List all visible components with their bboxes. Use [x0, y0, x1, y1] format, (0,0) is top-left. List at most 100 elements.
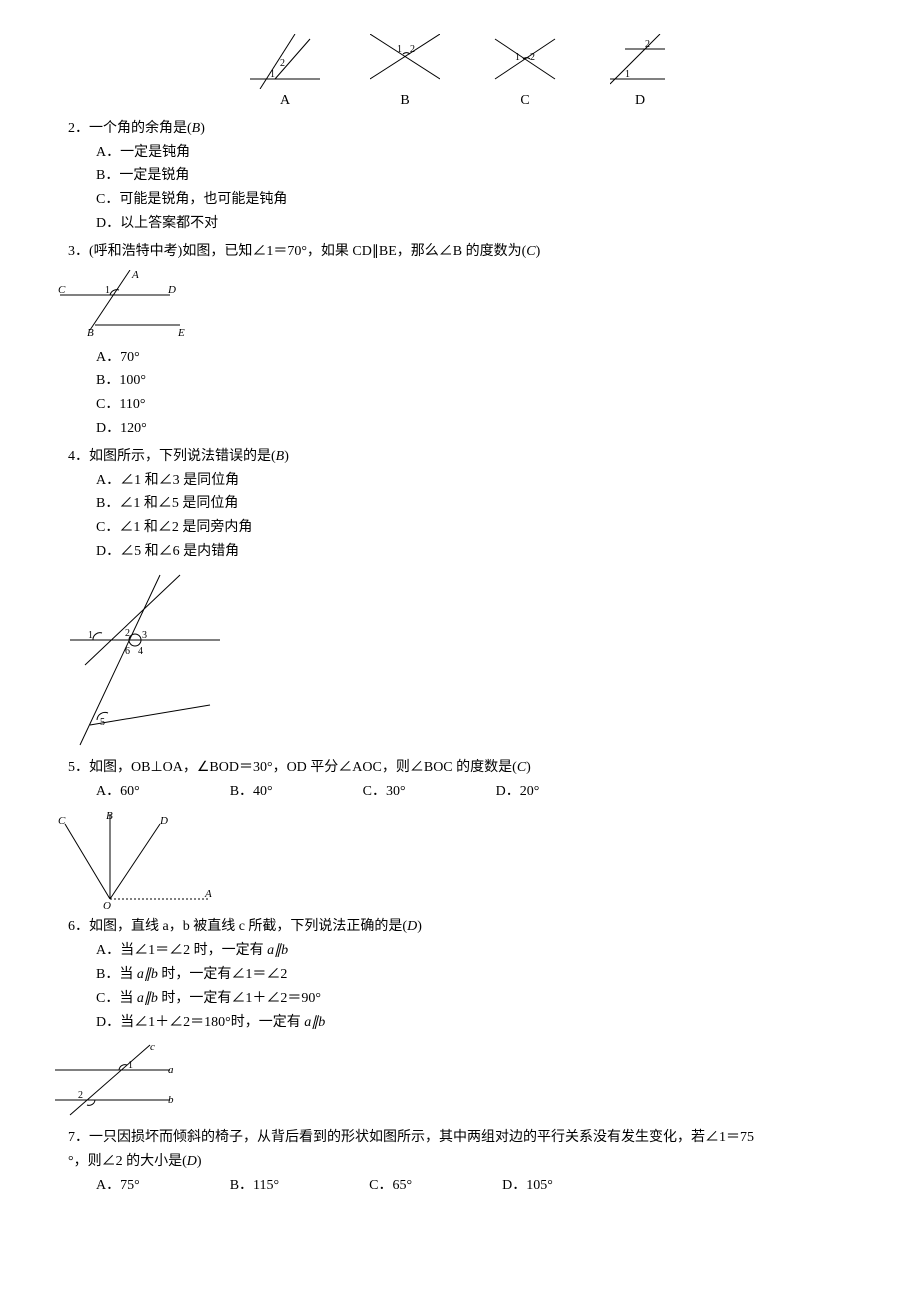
q6-diagram: a b c 1 2 — [40, 1040, 190, 1120]
question-7: 7．一只因损坏而倾斜的椅子，从背后看到的形状如图所示，其中两组对边的平行关系没有… — [40, 1126, 880, 1197]
q6-option-d: D．当∠1＋∠2＝180°时，一定有 a∥b — [96, 1011, 880, 1035]
q4-option-a: A．∠1 和∠3 是同位角 — [96, 469, 880, 493]
svg-text:1: 1 — [515, 52, 520, 63]
diagram-d: 1 2 — [610, 34, 670, 89]
q4-option-d: D．∠5 和∠6 是内错角 — [96, 540, 880, 564]
svg-text:E: E — [177, 327, 185, 339]
fig-c-label: C — [520, 89, 529, 113]
q3-num: 3． — [68, 244, 89, 259]
q5-option-b: B．40° — [230, 780, 273, 804]
q2-stem-b: ) — [200, 121, 205, 136]
question-5: 5．如图，OB⊥OA，∠BOD＝30°，OD 平分∠AOC，则∠BOC 的度数是… — [40, 756, 880, 910]
q7-option-c: C．65° — [369, 1174, 412, 1198]
q5-num: 5． — [68, 760, 89, 775]
q3-figure: A C D B E 1 — [40, 270, 880, 340]
svg-text:A: A — [204, 888, 212, 900]
svg-text:c: c — [150, 1041, 155, 1053]
q2-num: 2． — [68, 121, 89, 136]
q2-option-b: B．一定是锐角 — [96, 164, 880, 188]
q5-option-c: C．30° — [363, 780, 406, 804]
svg-text:C: C — [58, 284, 66, 296]
fig-d: 1 2 D — [610, 34, 670, 113]
svg-text:b: b — [168, 1094, 174, 1106]
question-3: 3．(呼和浩特中考)如图，已知∠1＝70°，如果 CD∥BE，那么∠B 的度数为… — [40, 240, 880, 441]
q4-option-c: C．∠1 和∠2 是同旁内角 — [96, 516, 880, 540]
q6-figure: a b c 1 2 — [40, 1040, 880, 1120]
q2-option-a: A．一定是钝角 — [96, 141, 880, 165]
svg-text:2: 2 — [280, 58, 285, 69]
svg-text:2: 2 — [530, 52, 535, 63]
q7-stem2b: ) — [197, 1154, 202, 1169]
q6-option-a: A．当∠1＝∠2 时，一定有 a∥b — [96, 939, 880, 963]
q7-option-a: A．75° — [96, 1174, 140, 1198]
q7-stem2a: °，则∠2 的大小是( — [68, 1154, 187, 1169]
question-2: 2．一个角的余角是(B) A．一定是钝角 B．一定是锐角 C．可能是锐角，也可能… — [40, 117, 880, 236]
q5-diagram: A B C D O — [40, 809, 220, 909]
svg-text:O: O — [103, 900, 111, 909]
svg-text:B: B — [106, 810, 113, 822]
q2-stem-a: 一个角的余角是( — [89, 121, 192, 136]
q6-stem-b: ) — [417, 919, 422, 934]
svg-text:5: 5 — [100, 717, 105, 728]
fig-b: 1 2 B — [370, 34, 440, 113]
q6-answer: D — [407, 919, 417, 934]
fig-b-label: B — [400, 89, 409, 113]
q5-stem-b: ) — [526, 760, 531, 775]
q2-option-c: C．可能是锐角，也可能是钝角 — [96, 188, 880, 212]
q6-num: 6． — [68, 919, 89, 934]
q5-figure: A B C D O — [40, 809, 880, 909]
q4-stem-a: 如图所示，下列说法错误的是( — [89, 449, 276, 464]
svg-text:2: 2 — [410, 44, 415, 55]
svg-text:B: B — [87, 327, 94, 339]
q5-answer: C — [517, 760, 526, 775]
svg-text:D: D — [159, 815, 168, 827]
svg-text:1: 1 — [397, 44, 402, 55]
q4-diagram: 1 2 3 6 4 5 — [40, 570, 240, 750]
diagram-a: 1 2 — [250, 34, 320, 89]
question-4: 4．如图所示，下列说法错误的是(B) A．∠1 和∠3 是同位角 B．∠1 和∠… — [40, 445, 880, 750]
svg-text:a: a — [168, 1064, 174, 1076]
svg-text:6: 6 — [125, 646, 130, 657]
q3-stem-b: ) — [536, 244, 541, 259]
q3-option-b: B．100° — [96, 369, 880, 393]
q7-option-d: D．105° — [502, 1174, 553, 1198]
q2-answer: B — [192, 121, 201, 136]
fig-a: 1 2 A — [250, 34, 320, 113]
q5-option-a: A．60° — [96, 780, 140, 804]
q4-figure: 1 2 3 6 4 5 — [40, 570, 880, 750]
q7-option-b: B．115° — [230, 1174, 279, 1198]
svg-text:C: C — [58, 815, 66, 827]
svg-text:2: 2 — [645, 39, 650, 50]
q3-answer: C — [526, 244, 535, 259]
q4-option-b: B．∠1 和∠5 是同位角 — [96, 492, 880, 516]
diagram-c: 1 2 — [490, 34, 560, 89]
svg-text:2: 2 — [78, 1090, 83, 1101]
q6-stem-a: 如图，直线 a，b 被直线 c 所截，下列说法正确的是( — [89, 919, 407, 934]
q3-stem-a: (呼和浩特中考)如图，已知∠1＝70°，如果 CD∥BE，那么∠B 的度数为( — [89, 244, 526, 259]
fig-d-label: D — [635, 89, 645, 113]
q5-option-d: D．20° — [496, 780, 540, 804]
diagram-b: 1 2 — [370, 34, 440, 89]
svg-text:1: 1 — [105, 285, 110, 296]
q2-option-d: D．以上答案都不对 — [96, 212, 880, 236]
q4-stem-b: ) — [284, 449, 289, 464]
svg-text:A: A — [131, 270, 139, 281]
q3-option-a: A．70° — [96, 346, 880, 370]
q7-num: 7． — [68, 1130, 89, 1145]
q3-option-c: C．110° — [96, 393, 880, 417]
svg-text:1: 1 — [270, 69, 275, 80]
svg-text:D: D — [167, 284, 176, 296]
question-6: 6．如图，直线 a，b 被直线 c 所截，下列说法正确的是(D) A．当∠1＝∠… — [40, 915, 880, 1120]
svg-text:4: 4 — [138, 646, 143, 657]
q4-answer: B — [276, 449, 285, 464]
q5-stem-a: 如图，OB⊥OA，∠BOD＝30°，OD 平分∠AOC，则∠BOC 的度数是( — [89, 760, 517, 775]
q7-answer: D — [187, 1154, 197, 1169]
svg-text:1: 1 — [88, 630, 93, 641]
q7-stem1: 一只因损坏而倾斜的椅子，从背后看到的形状如图所示，其中两组对边的平行关系没有发生… — [89, 1130, 754, 1145]
q3-diagram: A C D B E 1 — [40, 270, 200, 340]
fig-c: 1 2 C — [490, 34, 560, 113]
svg-text:3: 3 — [142, 630, 147, 641]
fig-a-label: A — [280, 89, 290, 113]
svg-text:1: 1 — [128, 1060, 133, 1071]
q4-num: 4． — [68, 449, 89, 464]
